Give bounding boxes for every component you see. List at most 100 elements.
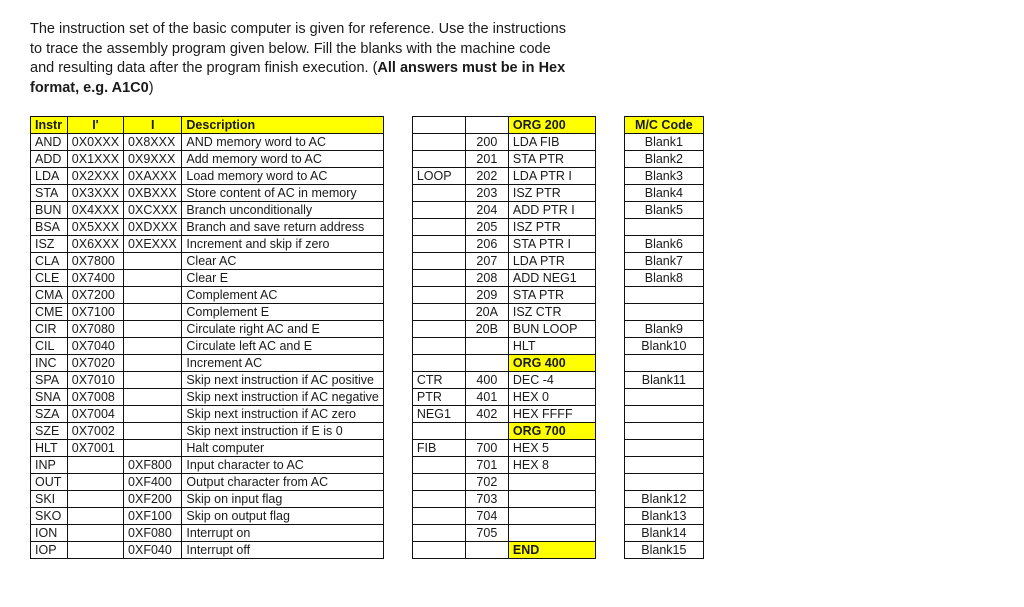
instr-desc-9: Complement AC xyxy=(182,287,383,304)
prog-asm-6: ISZ PTR xyxy=(508,219,595,236)
intro-text: The instruction set of the basic compute… xyxy=(30,20,790,98)
mc-cell-23[interactable]: Blank14 xyxy=(624,525,703,542)
mc-cell-1[interactable]: Blank2 xyxy=(624,151,703,168)
instr-i-23: 0XF080 xyxy=(124,525,182,542)
prog-addr-16: 401 xyxy=(465,389,508,406)
instr-iprime-21 xyxy=(67,491,123,508)
mc-cell-22[interactable]: Blank13 xyxy=(624,508,703,525)
instr-desc-13: Increment AC xyxy=(182,355,383,372)
mc-cell-4[interactable]: Blank5 xyxy=(624,202,703,219)
desc-header: Description xyxy=(182,117,383,134)
prog-addr-18 xyxy=(465,423,508,440)
prog-label-14 xyxy=(412,355,465,372)
instr-desc-14: Skip next instruction if AC positive xyxy=(182,372,383,389)
instr-instr-16: SZA xyxy=(31,406,68,423)
instr-desc-8: Clear E xyxy=(182,270,383,287)
prog-addr-11: 20A xyxy=(465,304,508,321)
instr-iprime-24 xyxy=(67,542,123,559)
instr-i-2: 0XAXXX xyxy=(124,168,182,185)
instr-i-21: 0XF200 xyxy=(124,491,182,508)
prog-addr-24: 705 xyxy=(465,525,508,542)
instr-iprime-16: 0X7004 xyxy=(67,406,123,423)
mc-cell-14[interactable]: Blank11 xyxy=(624,372,703,389)
mc-cell-18 xyxy=(624,440,703,457)
instr-iprime-3: 0X3XXX xyxy=(67,185,123,202)
mc-cell-24[interactable]: Blank15 xyxy=(624,542,703,559)
prog-label-2 xyxy=(412,151,465,168)
prog-label-7 xyxy=(412,236,465,253)
instr-instr-18: HLT xyxy=(31,440,68,457)
instr-iprime-0: 0X0XXX xyxy=(67,134,123,151)
prog-asm-25: END xyxy=(508,542,595,559)
instr-instr-10: CME xyxy=(31,304,68,321)
prog-label-4 xyxy=(412,185,465,202)
instr-iprime-17: 0X7002 xyxy=(67,423,123,440)
instr-i-7 xyxy=(124,253,182,270)
instr-iprime-10: 0X7100 xyxy=(67,304,123,321)
intro-line2: to trace the assembly program given belo… xyxy=(30,41,551,57)
mc-cell-12[interactable]: Blank10 xyxy=(624,338,703,355)
prog-label-17: NEG1 xyxy=(412,406,465,423)
prog-asm-12: BUN LOOP xyxy=(508,321,595,338)
instr-iprime-1: 0X1XXX xyxy=(67,151,123,168)
mc-cell-0[interactable]: Blank1 xyxy=(624,134,703,151)
mc-cell-6[interactable]: Blank6 xyxy=(624,236,703,253)
instr-iprime-4: 0X4XXX xyxy=(67,202,123,219)
mc-cell-19 xyxy=(624,457,703,474)
instr-instr-19: INP xyxy=(31,457,68,474)
instr-iprime-19 xyxy=(67,457,123,474)
prog-asm-4: ISZ PTR xyxy=(508,185,595,202)
instr-i-14 xyxy=(124,372,182,389)
mc-header: M/C Code xyxy=(624,117,703,134)
prog-addr-1: 200 xyxy=(465,134,508,151)
instr-i-24: 0XF040 xyxy=(124,542,182,559)
prog-addr-13 xyxy=(465,338,508,355)
instr-instr-9: CMA xyxy=(31,287,68,304)
prog-label-11 xyxy=(412,304,465,321)
prog-addr-20: 701 xyxy=(465,457,508,474)
prog-addr-12: 20B xyxy=(465,321,508,338)
mc-cell-21[interactable]: Blank12 xyxy=(624,491,703,508)
instr-i-18 xyxy=(124,440,182,457)
prog-asm-23 xyxy=(508,508,595,525)
instr-desc-10: Complement E xyxy=(182,304,383,321)
instr-iprime-9: 0X7200 xyxy=(67,287,123,304)
prog-asm-16: HEX 0 xyxy=(508,389,595,406)
prog-addr-19: 700 xyxy=(465,440,508,457)
prog-asm-10: STA PTR xyxy=(508,287,595,304)
prog-asm-17: HEX FFFF xyxy=(508,406,595,423)
instr-iprime-23 xyxy=(67,525,123,542)
instr-iprime-20 xyxy=(67,474,123,491)
mc-cell-11[interactable]: Blank9 xyxy=(624,321,703,338)
instr-iprime-15: 0X7008 xyxy=(67,389,123,406)
prog-label-24 xyxy=(412,525,465,542)
mc-cell-2[interactable]: Blank3 xyxy=(624,168,703,185)
prog-asm-7: STA PTR I xyxy=(508,236,595,253)
mc-cell-13 xyxy=(624,355,703,372)
instr-instr-21: SKI xyxy=(31,491,68,508)
mc-cell-3[interactable]: Blank4 xyxy=(624,185,703,202)
prog-label-1 xyxy=(412,134,465,151)
mc-cell-10 xyxy=(624,304,703,321)
prog-addr-8: 207 xyxy=(465,253,508,270)
instr-i-6: 0XEXXX xyxy=(124,236,182,253)
prog-label-21 xyxy=(412,474,465,491)
instr-instr-17: SZE xyxy=(31,423,68,440)
instr-i-1: 0X9XXX xyxy=(124,151,182,168)
mc-cell-8[interactable]: Blank8 xyxy=(624,270,703,287)
instr-i-9 xyxy=(124,287,182,304)
instr-desc-11: Circulate right AC and E xyxy=(182,321,383,338)
machine-code-table: M/C CodeBlank1Blank2Blank3Blank4Blank5 B… xyxy=(624,116,704,559)
prog-label-5 xyxy=(412,202,465,219)
instr-instr-12: CIL xyxy=(31,338,68,355)
prog-addr-21: 702 xyxy=(465,474,508,491)
instr-desc-18: Halt computer xyxy=(182,440,383,457)
mc-cell-7[interactable]: Blank7 xyxy=(624,253,703,270)
prog-label-20 xyxy=(412,457,465,474)
mc-cell-5 xyxy=(624,219,703,236)
instr-iprime-13: 0X7020 xyxy=(67,355,123,372)
instr-desc-0: AND memory word to AC xyxy=(182,134,383,151)
prog-asm-19: HEX 5 xyxy=(508,440,595,457)
instr-instr-15: SNA xyxy=(31,389,68,406)
instr-iprime-6: 0X6XXX xyxy=(67,236,123,253)
